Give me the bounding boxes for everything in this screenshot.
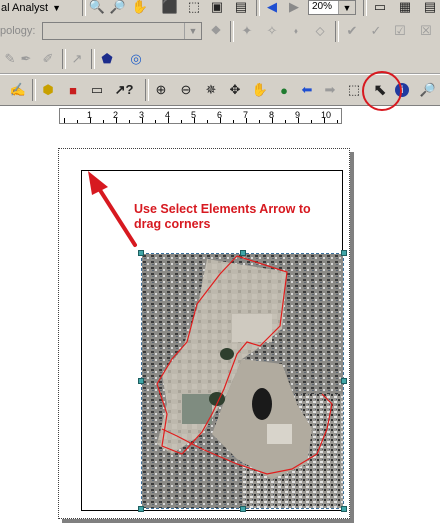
ruler-tick [285,120,286,123]
fix-topology-icon[interactable]: ☒ [416,21,436,41]
fixed-zoom-out-icon[interactable]: ✥ [225,80,245,100]
chevron-down-icon[interactable]: ▼ [184,23,201,39]
fixed-zoom-in-icon[interactable]: ⬛ [160,0,180,17]
topology-edge-icon[interactable]: ✧ [262,21,282,41]
validate-topology-icon[interactable]: ✔ [342,21,362,41]
pan-icon[interactable]: ✋ [250,80,270,100]
topology-build-icon[interactable]: ⯁ [206,21,226,41]
select-features-icon[interactable]: ⬚ [344,80,364,100]
topology-layer-combo[interactable]: ▼ [42,22,202,40]
whats-this-icon[interactable]: ↗? [114,80,134,100]
chevron-down-icon: ▼ [52,3,62,13]
draw-icon[interactable]: ✒ [16,49,36,69]
selection-handle-n[interactable] [240,250,246,256]
zoom-combo[interactable]: 20% ▼ [308,0,356,15]
ruler-label: 9 [295,110,301,120]
zoom-layer-icon[interactable]: 🔍 [87,0,107,17]
ruler-label: 8 [269,110,275,120]
map-frame[interactable] [141,253,344,509]
forward-extent-icon[interactable]: ▶ [284,0,304,17]
ruler-tick [77,120,78,123]
layout-ruler: 1 2 3 4 5 6 7 8 9 10 [59,108,342,124]
selection-handle-sw[interactable] [138,506,144,512]
profile-graph-icon[interactable]: ↗ [67,49,87,69]
selection-handle-ne[interactable] [341,250,347,256]
zoom-value: 20% [312,1,333,12]
ruler-tick [259,120,260,123]
add-data-icon[interactable]: ⬢ [38,80,58,100]
full-extent-icon[interactable]: ● [274,80,294,100]
ruler-tick [155,120,156,123]
ruler-label: 3 [139,110,145,120]
zoom-100-icon[interactable]: ▤ [231,0,251,17]
topology-shared-icon[interactable]: ⬪ [286,21,306,41]
ruler-label: 1 [87,110,93,120]
forward-icon[interactable]: ➡ [320,80,340,100]
ruler-label: 2 [113,110,119,120]
ruler-tick [181,120,182,123]
globe-service-icon[interactable]: ◎ [126,49,146,69]
secondary-toolbar: ✎ ✒ ✐ ↗ ⬟ ◎ [0,45,440,74]
fixed-zoom-out-icon[interactable]: ⬚ [184,0,204,17]
topology-toolbar: pology: ▼ ⯁ ✦ ✧ ⬪ ⬦ ✔ ✓ ☑ ☒ [0,18,440,46]
selection-handle-e[interactable] [341,378,347,384]
catalog-icon[interactable]: ⬟ [97,49,117,69]
find-icon[interactable]: 🔎 [418,80,438,100]
ruler-label: 5 [191,110,197,120]
back-icon[interactable]: ⬅ [297,80,317,100]
aerial-image [142,254,343,508]
editor-sketch-icon[interactable]: ✍ [8,80,28,100]
zoom-out-icon[interactable]: ⊖ [176,80,196,100]
zoom-whole-page-icon[interactable]: ▣ [207,0,227,17]
highlight-circle [362,71,402,111]
topology-node-icon[interactable]: ⬦ [310,21,330,41]
attribute-table-icon[interactable]: ▤ [420,0,440,17]
fixed-zoom-in-icon[interactable]: ✵ [201,80,221,100]
ruler-tick [64,118,65,123]
ruler-label: 7 [243,110,249,120]
selection-handle-se[interactable] [341,506,347,512]
chevron-down-icon[interactable]: ▼ [338,1,355,14]
ruler-tick [337,120,338,123]
layout-view-icon[interactable]: ▭ [370,0,390,17]
annotation-line-1: Use Select Elements Arrow to [134,202,311,216]
arctoolbox-icon[interactable]: ■ [63,80,83,100]
selection-handle-w[interactable] [138,378,144,384]
validate-extent-icon[interactable]: ☑ [390,21,410,41]
ruler-tick [233,120,234,123]
topology-edit-icon[interactable]: ✦ [237,21,257,41]
ruler-tick [311,120,312,123]
selection-handle-s[interactable] [240,506,246,512]
analyst-menu-label: al Analyst [1,2,49,14]
ruler-tick [207,120,208,123]
main-toolbar: al Analyst ▼ 🔍 🔎 ✋ ⬛ ⬚ ▣ ▤ ◀ ▶ 20% ▼ ▭ ▦… [0,0,440,19]
topology-label: pology: [0,25,36,37]
ruler-tick [129,120,130,123]
analyst-menu[interactable]: al Analyst ▼ [0,0,80,16]
ruler-label: 10 [321,110,332,120]
pan-hand-icon[interactable]: ✋ [130,0,150,17]
back-extent-icon[interactable]: ◀ [262,0,282,17]
data-view-icon[interactable]: ▦ [395,0,415,17]
ruler-tick [103,120,104,123]
ruler-label: 6 [217,110,223,120]
annotation-text: Use Select Elements Arrow to drag corner… [134,202,344,232]
zoom-in-icon[interactable]: ⊕ [151,80,171,100]
validate-area-icon[interactable]: ✓ [366,21,386,41]
ruler-label: 4 [165,110,171,120]
zoom-selected-icon[interactable]: 🔎 [108,0,128,17]
trace-icon[interactable]: ✐ [38,49,58,69]
annotation-line-2: drag corners [134,217,211,231]
command-line-icon[interactable]: ▭ [87,80,107,100]
